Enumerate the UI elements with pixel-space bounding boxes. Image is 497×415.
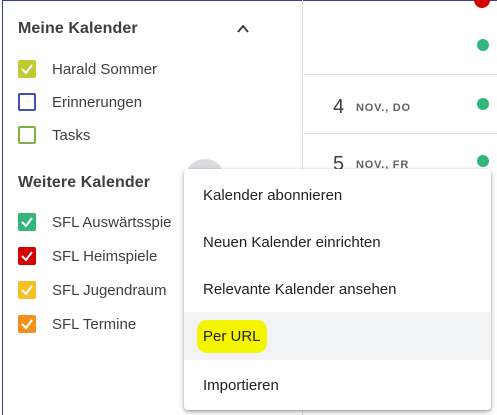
row-divider [303,133,497,134]
calendar-label: SFL Heimspiele [52,247,158,265]
row-divider [303,74,497,75]
check-icon[interactable] [18,247,36,265]
calendar-window: Meine Kalender Harald Sommer · Erinnerun… [0,0,497,415]
my-calendars-title[interactable]: Meine Kalender [18,20,138,38]
menu-item-browse-calendars[interactable]: Relevante Kalender ansehen [184,265,491,313]
menu-item-label: Per URL [197,319,267,353]
calendar-item-sfl-termine[interactable]: SFL Termine [18,312,136,336]
calendar-item-harald-sommer[interactable]: Harald Sommer [18,57,157,81]
menu-item-label: Importieren [203,376,279,394]
window-top-border [2,0,497,1]
event-dot[interactable] [477,155,489,167]
menu-item-create-calendar[interactable]: Neuen Kalender einrichten [184,218,491,266]
day-name: NOV., DO [356,102,411,114]
check-icon[interactable] [18,315,36,333]
check-icon[interactable] [18,281,36,299]
event-dot[interactable] [477,39,489,51]
chevron-up-icon[interactable] [236,22,250,36]
calendar-item-sfl-heimspiele[interactable]: SFL Heimspiele [18,244,157,268]
day-number[interactable]: 4 [333,96,344,119]
calendar-label: Harald Sommer [52,60,158,78]
calendar-label: SFL Termine [52,315,137,333]
menu-item-from-url[interactable]: Per URL [184,312,491,360]
calendar-label: Tasks [52,126,91,144]
checkbox-icon[interactable] [18,126,36,144]
calendar-item-erinnerungen[interactable]: · Erinnerungen [18,90,142,114]
menu-item-subscribe[interactable]: Kalender abonnieren [184,171,491,219]
calendar-label: SFL Auswärtsspie [52,213,172,231]
event-dot[interactable] [477,98,489,110]
calendar-label: SFL Jugendraum [52,281,167,299]
add-calendar-menu: Kalender abonnieren Neuen Kalender einri… [184,169,491,410]
menu-item-label: Kalender abonnieren [203,186,343,204]
calendar-item-sfl-jugendraum[interactable]: SFL Jugendraum [18,278,167,302]
other-calendars-title[interactable]: Weitere Kalender [18,174,150,192]
calendar-label: Erinnerungen [52,93,143,111]
calendar-item-tasks[interactable]: Tasks [18,123,90,147]
menu-item-label: Neuen Kalender einrichten [203,233,381,251]
checkbox-icon[interactable]: · [18,93,36,111]
calendar-item-sfl-auswaertsspiele[interactable]: SFL Auswärtsspie [18,210,172,234]
check-icon[interactable] [18,213,36,231]
event-indicator [474,0,490,8]
check-icon[interactable] [18,60,36,78]
window-left-border [2,0,3,415]
menu-item-import[interactable]: Importieren [184,361,491,409]
menu-item-label: Relevante Kalender ansehen [203,280,397,298]
